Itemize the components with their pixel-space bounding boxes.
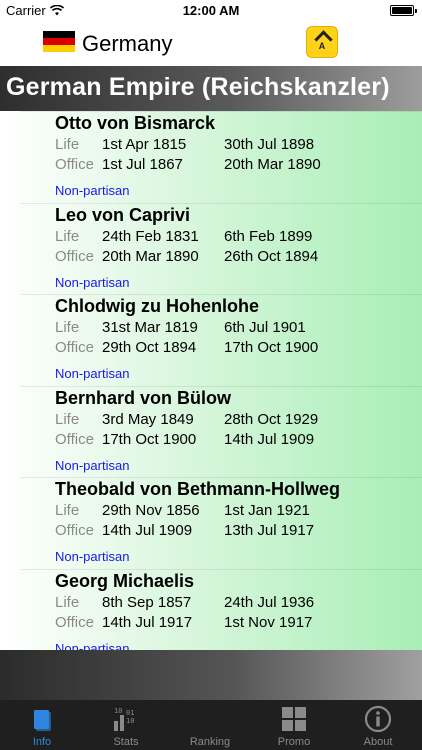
grid-icon xyxy=(282,707,306,731)
svg-text:10: 10 xyxy=(114,707,122,715)
row-separator xyxy=(20,385,422,387)
list-item[interactable]: Leo von Caprivi Life 24th Feb 1831 6th Feb … xyxy=(0,202,422,295)
life-label: Life xyxy=(55,410,80,428)
life-label: Life xyxy=(55,594,80,611)
party-link[interactable]: Non-partisan xyxy=(55,641,129,650)
battery-icon xyxy=(390,5,417,16)
svg-text:10: 10 xyxy=(126,717,134,725)
office-end: 1st Nov 1917 xyxy=(224,614,313,631)
life-end: 24th Jul 1936 xyxy=(224,594,315,611)
section-title: German Empire (Reichskanzler) xyxy=(6,73,390,101)
office-start: 14th Jul 1917 xyxy=(102,614,193,631)
office-label: Office xyxy=(55,522,94,540)
office-end: 14th Jul 1909 xyxy=(224,430,315,448)
office-start: 1st Jul 1867 xyxy=(102,156,183,173)
life-label: Life xyxy=(55,502,80,520)
status-time: 12:00 AM xyxy=(182,3,240,18)
list-item[interactable]: Chlodwig zu Hohenlohe Life 31st Mar 1819 6t… xyxy=(0,294,422,386)
nav-bar: Germany A xyxy=(0,22,422,66)
life-end: 28th Oct 1929 xyxy=(224,410,319,428)
ranking-icon xyxy=(196,705,224,733)
status-bar: Carrier 12:00 AM xyxy=(0,0,422,22)
life-end: 6th Feb 1899 xyxy=(224,227,313,245)
section-header: German Empire (Reichskanzler) xyxy=(0,66,422,111)
life-start: 8th Sep 1857 xyxy=(102,594,192,611)
row-separator xyxy=(20,294,422,296)
life-start: 31st Mar 1819 xyxy=(102,319,198,337)
party-link[interactable]: Non-partisan xyxy=(55,183,129,198)
chancellor-name: Theobald von Bethmann-Hollweg xyxy=(55,479,341,500)
tab-promo[interactable]: Promo xyxy=(252,700,336,750)
office-end: 13th Jul 1917 xyxy=(224,522,315,540)
tab-info[interactable]: Info xyxy=(0,700,84,750)
life-label: Life xyxy=(55,319,80,337)
row-separator xyxy=(20,202,422,204)
office-start: 17th Oct 1900 xyxy=(102,430,197,448)
tab-info-label: Info xyxy=(32,736,52,748)
life-end: 1st Jan 1921 xyxy=(224,502,310,520)
row-separator xyxy=(20,111,422,112)
chancellor-name: Otto von Bismarck xyxy=(55,113,216,133)
tab-promo-label: Promo xyxy=(277,736,311,748)
office-end: 26th Oct 1894 xyxy=(224,247,319,265)
tab-ranking-label: Ranking xyxy=(189,736,231,748)
office-end: 17th Oct 1900 xyxy=(224,339,319,357)
info-icon xyxy=(364,705,392,733)
chancellor-name: Bernhard von Bülow xyxy=(55,387,232,408)
office-start: 20th Mar 1890 xyxy=(102,247,199,265)
tab-stats[interactable]: 01 10 10 Stats xyxy=(84,700,168,750)
country-name: Germany xyxy=(82,31,173,56)
life-start: 3rd May 1849 xyxy=(102,410,194,428)
list-item[interactable]: Georg Michaelis Life 8th Sep 1857 24th Jul … xyxy=(0,569,422,650)
life-end: 6th Jul 1901 xyxy=(224,319,306,337)
life-start: 24th Feb 1831 xyxy=(102,227,199,245)
list-item[interactable]: Theobald von Bethmann-Hollweg Life 29th No… xyxy=(0,477,422,569)
party-link[interactable]: Non-partisan xyxy=(55,275,129,290)
tab-bar: Info 01 10 10 Stats Ranking Promo About xyxy=(0,700,422,750)
tab-about[interactable]: About xyxy=(336,700,420,750)
chancellor-name: Leo von Caprivi xyxy=(55,204,191,225)
life-end: 30th Jul 1898 xyxy=(224,136,315,153)
bottom-banner xyxy=(0,650,422,700)
party-link[interactable]: Non-partisan xyxy=(55,549,129,564)
chancellor-name: Georg Michaelis xyxy=(55,571,195,591)
party-link[interactable]: Non-partisan xyxy=(55,458,129,473)
list-item[interactable]: Bernhard von Bülow Life 3rd May 1849 28th O… xyxy=(0,385,422,478)
stats-icon: 01 10 10 xyxy=(114,707,134,731)
office-label: Office xyxy=(55,614,94,631)
chancellor-name: Chlodwig zu Hohenlohe xyxy=(55,296,259,317)
office-label: Office xyxy=(55,339,94,357)
office-end: 20th Mar 1890 xyxy=(224,156,321,173)
office-label: Office xyxy=(55,430,94,448)
app-promo-icon[interactable]: A xyxy=(306,26,338,58)
office-start: 29th Oct 1894 xyxy=(102,339,197,357)
book-icon xyxy=(34,710,51,731)
office-start: 14th Jul 1909 xyxy=(102,522,193,540)
party-link[interactable]: Non-partisan xyxy=(55,366,129,381)
row-separator xyxy=(20,569,422,570)
tab-stats-label: Stats xyxy=(113,736,139,748)
tab-ranking[interactable]: Ranking xyxy=(168,700,252,750)
chancellor-list[interactable]: Otto von Bismarck Life 1st Apr 1815 30th Ju… xyxy=(0,111,422,650)
life-label: Life xyxy=(55,227,80,245)
app-promo-letter: A xyxy=(318,41,326,51)
svg-text:01: 01 xyxy=(126,709,134,717)
tab-about-label: About xyxy=(363,736,393,748)
list-item[interactable]: Otto von Bismarck Life 1st Apr 1815 30th Ju… xyxy=(0,111,422,203)
row-separator xyxy=(20,477,422,479)
office-label: Office xyxy=(55,156,94,173)
life-start: 1st Apr 1815 xyxy=(102,136,187,153)
germany-flag-icon xyxy=(43,31,75,52)
life-start: 29th Nov 1856 xyxy=(102,502,200,520)
life-label: Life xyxy=(55,136,80,153)
office-label: Office xyxy=(55,247,94,265)
